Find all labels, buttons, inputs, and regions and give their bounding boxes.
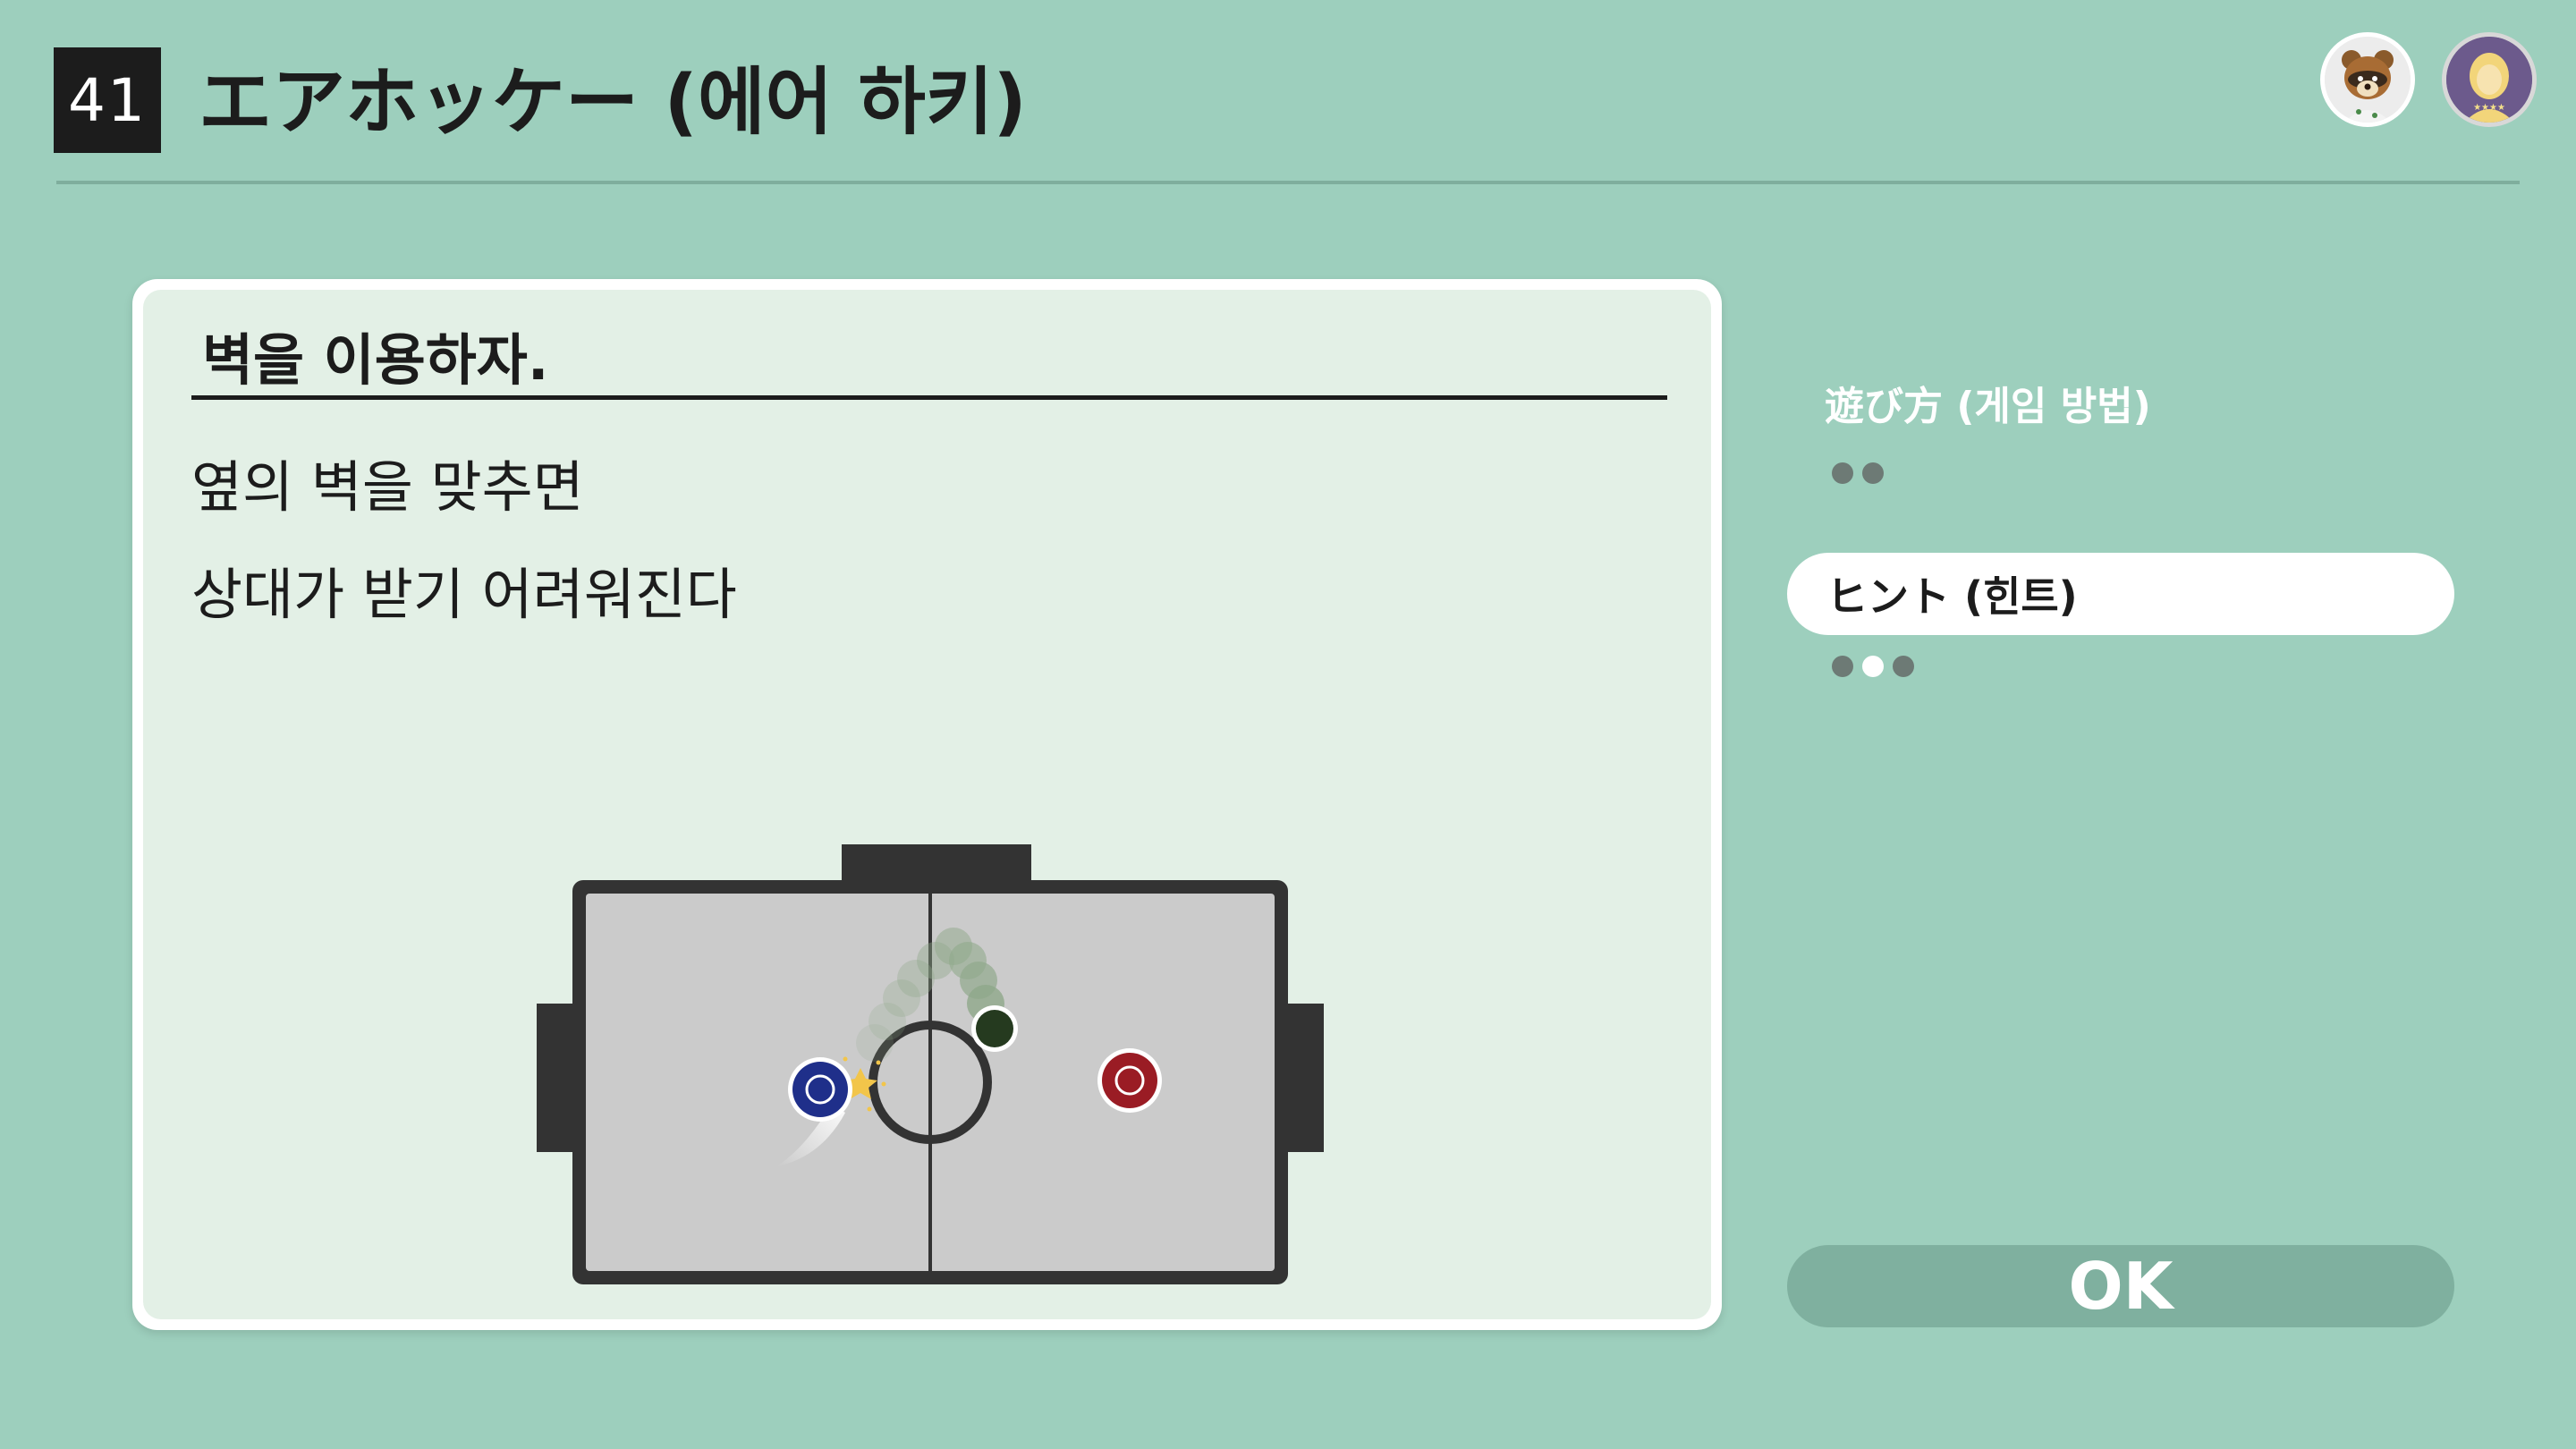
menu-item-hint-selected[interactable]: ヒント (힌트) — [1787, 553, 2454, 635]
menu-item-how-to-play[interactable]: 遊び方 (게임 방법) — [1825, 374, 2151, 431]
ok-button[interactable]: OK — [1787, 1245, 2454, 1327]
hint-title: 벽을 이용하자. — [202, 327, 549, 393]
hint-text-line: 상대가 받기 어려워진다 — [191, 562, 737, 627]
game-title: エアホッケー (에어 하키) — [199, 60, 1027, 145]
hint-card: 벽을 이용하자. 옆의 벽을 맞추면 상대가 받기 어려워진다 — [132, 279, 1722, 1330]
page-dot — [1832, 462, 1853, 484]
page-dot — [1893, 656, 1914, 677]
hint-title-divider — [191, 395, 1667, 400]
hint-text-line: 옆의 벽을 맞추면 — [191, 454, 584, 520]
menu-item-hint-label: ヒント (힌트) — [1826, 572, 2078, 621]
raccoon-character-icon — [2320, 32, 2415, 127]
hint-card-inner: 벽을 이용하자. 옆의 벽을 맞추면 상대가 받기 어려워진다 — [143, 290, 1711, 1319]
header-divider — [56, 181, 2520, 184]
how-to-play-page-indicator — [1832, 462, 1884, 484]
svg-text:★★★★: ★★★★ — [2473, 103, 2505, 113]
page-dot — [1832, 656, 1853, 677]
game-number-badge: 41 — [54, 47, 161, 153]
ok-button-label: OK — [2068, 1249, 2174, 1324]
page-dot-active — [1862, 656, 1884, 677]
page-dot — [1862, 462, 1884, 484]
hint-page-indicator — [1832, 656, 1914, 677]
air-hockey-rink-illustration — [537, 844, 1324, 1284]
blonde-character-icon: ★★★★ — [2442, 32, 2537, 127]
